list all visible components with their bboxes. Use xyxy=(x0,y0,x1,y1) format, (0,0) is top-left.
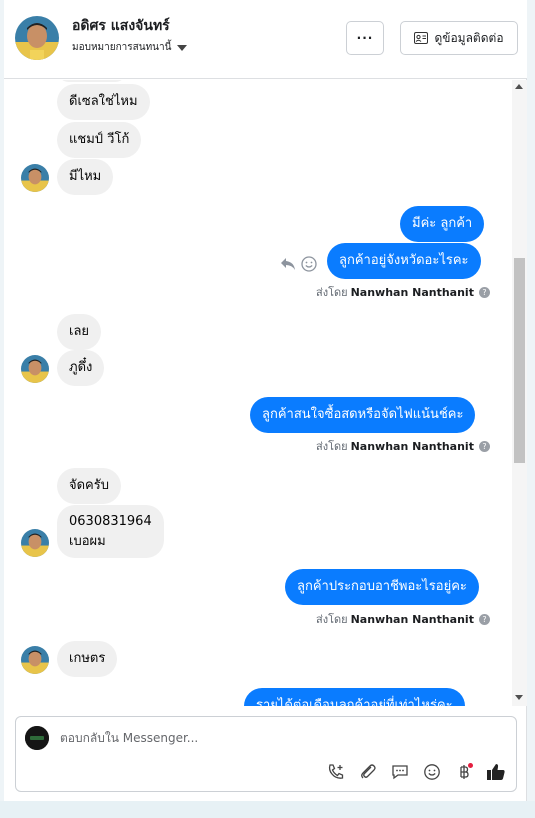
more-icon: ··· xyxy=(356,31,374,45)
sent-by-label: ส่งโดย Nanwhan Nanthanit ? xyxy=(316,437,490,455)
message-incoming: 0630831964 เบอผม xyxy=(57,505,164,558)
contact-avatar-small xyxy=(21,355,49,383)
conversation-panel: อดิศร แสงจันทร์ มอบหมายการสนทนานี้ ··· ด… xyxy=(4,0,527,801)
agent-name: Nanwhan Nanthanit xyxy=(350,612,474,626)
help-icon[interactable]: ? xyxy=(478,440,490,452)
saved-reply-icon[interactable] xyxy=(389,761,411,783)
message-incoming: เลย xyxy=(57,314,102,350)
more-options-button[interactable]: ··· xyxy=(346,21,384,55)
sent-by-label: ส่งโดย Nanwhan Nanthanit ? xyxy=(316,283,490,301)
message-outgoing: ลูกค้าสนใจซื้อสดหรือจัดไฟแน้นช์คะ xyxy=(250,397,476,433)
emoji-icon[interactable] xyxy=(421,761,443,783)
thread-scrollbar[interactable] xyxy=(512,80,527,706)
page-background-strip xyxy=(0,801,535,818)
sent-by-prefix: ส่งโดย xyxy=(316,286,348,299)
agent-name: Nanwhan Nanthanit xyxy=(350,285,474,299)
scroll-down-arrow-icon[interactable] xyxy=(515,695,523,700)
reply-composer xyxy=(15,716,517,792)
agent-name: Nanwhan Nanthanit xyxy=(350,439,474,453)
call-add-icon[interactable] xyxy=(325,761,347,783)
attachment-icon[interactable] xyxy=(357,761,379,783)
message-incoming: แชมป์ วีโก้ xyxy=(57,122,142,158)
sent-by-prefix: ส่งโดย xyxy=(316,440,348,453)
reply-icon[interactable] xyxy=(280,257,296,271)
sent-by-label: ส่งโดย Nanwhan Nanthanit ? xyxy=(316,610,490,628)
message-incoming: มีไหม xyxy=(57,159,114,195)
message-outgoing: ลูกค้าประกอบอาชีพอะไรอยู่คะ xyxy=(285,569,479,605)
message-line: 0630831964 xyxy=(69,514,152,529)
message-thread: ดีเซลใช่ไหม แชมป์ วีโก้ มีไหม มีค่ะ ลูกค… xyxy=(4,80,512,706)
thumbs-up-icon[interactable] xyxy=(485,761,507,783)
contact-name: อดิศร แสงจันทร์ xyxy=(72,18,170,34)
view-contact-button[interactable]: ดูข้อมูลติดต่อ xyxy=(400,21,518,55)
contact-avatar[interactable] xyxy=(15,16,59,60)
message-outgoing: มีค่ะ ลูกค้า xyxy=(400,206,485,242)
message-incoming: ดีเซลใช่ไหม xyxy=(57,84,150,120)
message-incoming: จัดครับ xyxy=(57,468,121,504)
conversation-header: อดิศร แสงจันทร์ มอบหมายการสนทนานี้ ··· ด… xyxy=(4,0,527,79)
payment-baht-icon[interactable] xyxy=(453,761,475,783)
contact-card-icon xyxy=(414,32,429,44)
message-incoming: เกษตร xyxy=(57,641,118,677)
contact-avatar-small xyxy=(21,646,49,674)
scroll-up-arrow-icon[interactable] xyxy=(515,84,523,89)
message-line: เบอผม xyxy=(69,534,106,549)
message-incoming: ภูดึ๋ง xyxy=(57,350,105,386)
page-avatar xyxy=(25,726,49,750)
assign-label: มอบหมายการสนทนานี้ xyxy=(72,42,172,53)
help-icon[interactable]: ? xyxy=(478,286,490,298)
contact-avatar-small xyxy=(21,529,49,557)
sent-by-prefix: ส่งโดย xyxy=(316,613,348,626)
message-outgoing: รายได้ต่อเดือนลูกค้าอยู่ที่เท่าไหร่คะ xyxy=(244,688,465,706)
message-outgoing: ลูกค้าอยู่จังหวัดอะไรคะ xyxy=(327,243,481,279)
notification-dot xyxy=(468,763,473,768)
contact-avatar-small xyxy=(21,164,49,192)
caret-down-icon xyxy=(177,44,188,51)
scrollbar-thumb[interactable] xyxy=(514,258,525,463)
message-incoming xyxy=(57,80,127,82)
react-emoji-icon[interactable] xyxy=(301,256,317,272)
help-icon[interactable]: ? xyxy=(478,613,490,625)
assign-conversation-dropdown[interactable]: มอบหมายการสนทนานี้ xyxy=(72,40,188,55)
view-contact-label: ดูข้อมูลติดต่อ xyxy=(434,30,504,45)
reply-input[interactable] xyxy=(60,731,480,745)
